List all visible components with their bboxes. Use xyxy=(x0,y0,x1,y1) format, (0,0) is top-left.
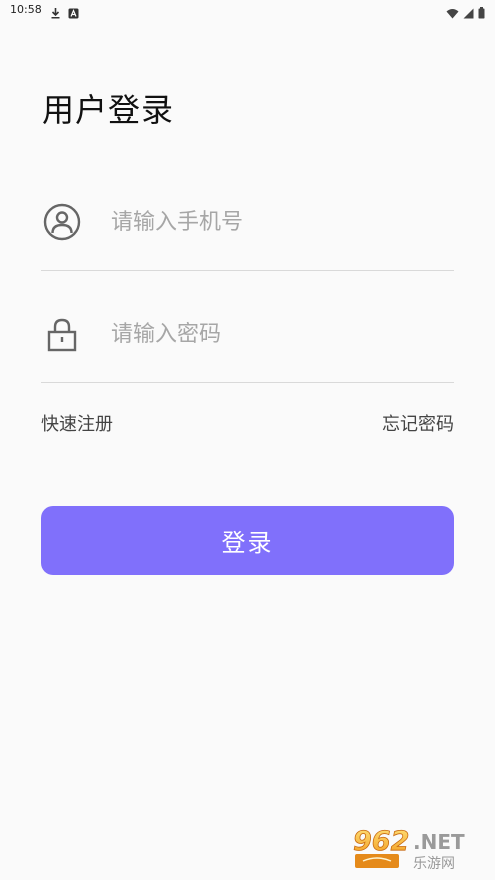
wifi-icon xyxy=(446,4,459,23)
forgot-password-link[interactable]: 忘记密码 xyxy=(382,412,454,438)
svg-text:.NET: .NET xyxy=(413,830,465,854)
password-input[interactable] xyxy=(111,316,441,352)
status-right-icons xyxy=(446,4,485,23)
signal-icon xyxy=(463,4,474,23)
notification-a-icon xyxy=(68,4,79,23)
lock-icon xyxy=(43,315,81,353)
user-circle-icon xyxy=(43,203,81,241)
register-link[interactable]: 快速注册 xyxy=(41,412,113,438)
login-screen: 10:58 用户登录 请输入手机号 快速注册 忘记密码 登录 962 .NET … xyxy=(0,0,495,880)
svg-text:乐游网: 乐游网 xyxy=(413,856,455,872)
page-title: 用户登录 xyxy=(42,91,175,129)
battery-icon xyxy=(478,4,485,23)
status-bar: 10:58 xyxy=(0,0,495,22)
phone-field xyxy=(41,200,454,271)
login-button[interactable]: 登录 xyxy=(41,506,454,575)
password-field xyxy=(41,312,454,383)
watermark-logo: 962 .NET 乐游网 xyxy=(351,824,489,872)
status-time: 10:58 xyxy=(10,3,42,16)
status-left-icons xyxy=(50,4,79,23)
svg-text:962: 962 xyxy=(353,826,409,857)
download-icon xyxy=(50,4,61,23)
phone-input[interactable] xyxy=(111,204,441,240)
auth-links: 快速注册 忘记密码 xyxy=(41,412,454,438)
